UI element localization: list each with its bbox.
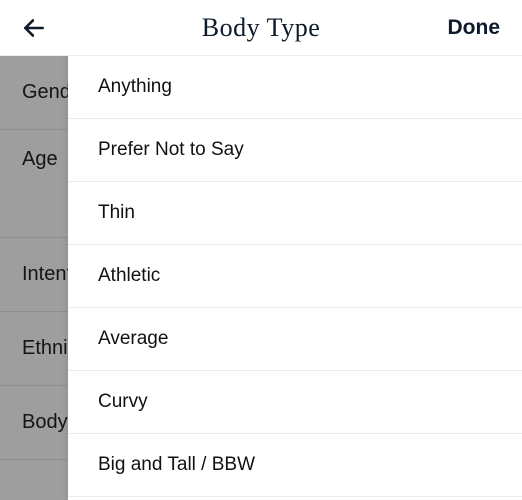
option-prefer-not-to-say[interactable]: Prefer Not to Say <box>68 119 522 182</box>
option-label: Thin <box>98 202 135 224</box>
option-label: Big and Tall / BBW <box>98 454 255 476</box>
option-anything[interactable]: Anything <box>68 56 522 119</box>
option-label: Anything <box>98 76 172 98</box>
option-average[interactable]: Average <box>68 308 522 371</box>
option-label: Average <box>98 328 168 350</box>
page-title: Body Type <box>202 13 320 43</box>
done-button[interactable]: Done <box>448 16 501 40</box>
option-thin[interactable]: Thin <box>68 182 522 245</box>
option-athletic[interactable]: Athletic <box>68 245 522 308</box>
arrow-left-icon <box>21 15 47 41</box>
option-big-and-tall-bbw[interactable]: Big and Tall / BBW <box>68 434 522 497</box>
option-label: Curvy <box>98 391 148 413</box>
body-type-sheet: Anything Prefer Not to Say Thin Athletic… <box>68 56 522 500</box>
option-label: Prefer Not to Say <box>98 139 244 161</box>
back-button[interactable] <box>20 14 48 42</box>
header: Body Type Done <box>0 0 522 56</box>
option-curvy[interactable]: Curvy <box>68 371 522 434</box>
option-label: Athletic <box>98 265 160 287</box>
